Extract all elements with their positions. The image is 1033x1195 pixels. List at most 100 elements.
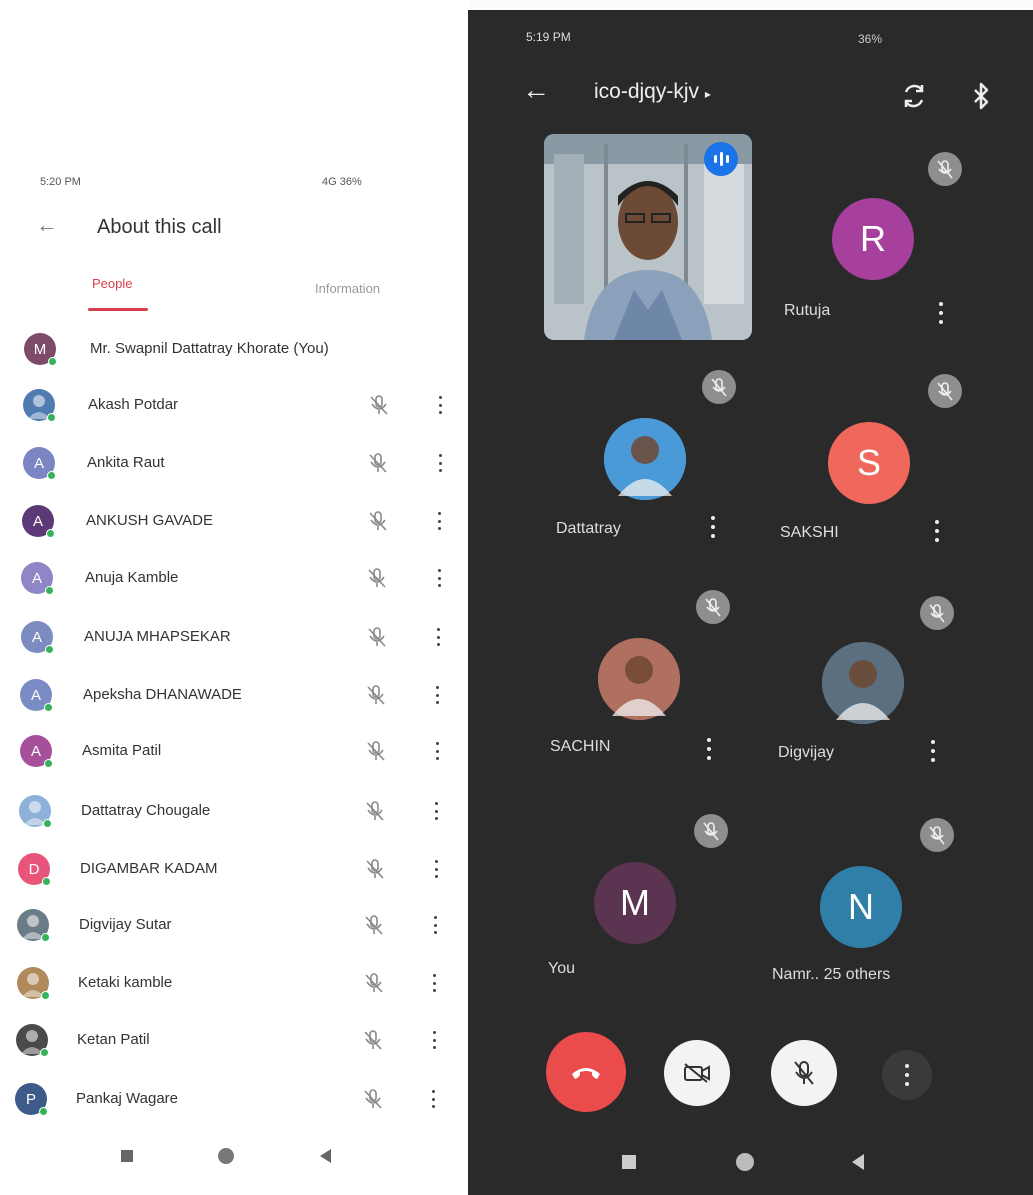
chevron-right-icon: ▸ <box>704 87 711 101</box>
back-arrow-icon[interactable]: ← <box>36 212 58 238</box>
meeting-code[interactable]: ico-djqy-kjv ▸ <box>594 80 711 104</box>
self-video-tile[interactable] <box>544 134 752 340</box>
more-vert-icon[interactable] <box>434 686 440 704</box>
participant-row[interactable]: A Apeksha DHANAWADE <box>0 666 470 724</box>
participant-name: Namr.. 25 others <box>772 966 891 983</box>
participant-avatar[interactable] <box>604 418 686 500</box>
more-vert-icon[interactable] <box>430 1090 436 1108</box>
participant-row[interactable]: A Anuja Kamble <box>0 549 470 607</box>
mic-off-icon[interactable] <box>363 914 385 936</box>
more-vert-icon[interactable] <box>706 738 712 760</box>
participant-row[interactable]: A ANUJA MHAPSEKAR <box>0 608 470 666</box>
participant-row[interactable]: M Mr. Swapnil Dattatray Khorate (You) <box>0 320 470 378</box>
switch-camera-icon[interactable] <box>900 82 928 110</box>
more-vert-icon <box>904 1064 910 1086</box>
participant-row[interactable]: Ketan Patil <box>0 1011 470 1069</box>
home-icon[interactable] <box>736 1153 754 1171</box>
tab-information[interactable]: Information <box>315 281 380 296</box>
mic-off-icon[interactable] <box>366 626 388 648</box>
participant-row[interactable]: A Asmita Patil <box>0 722 470 780</box>
mic-off-icon <box>694 814 728 848</box>
online-status-dot <box>44 759 53 768</box>
participant-avatar[interactable] <box>598 638 680 720</box>
mic-toggle-button[interactable] <box>771 1040 837 1106</box>
active-tab-indicator <box>88 308 148 311</box>
online-status-dot <box>42 877 51 886</box>
more-vert-icon[interactable] <box>433 802 439 820</box>
system-nav-bar <box>468 1150 1033 1180</box>
mic-off-icon[interactable] <box>364 800 386 822</box>
status-indicators: 36% <box>858 32 883 46</box>
mic-off-icon[interactable] <box>363 972 385 994</box>
mic-off-icon[interactable] <box>362 1029 384 1051</box>
more-vert-icon[interactable] <box>934 520 940 542</box>
end-call-button[interactable] <box>546 1032 626 1112</box>
home-icon[interactable] <box>218 1148 234 1164</box>
camera-toggle-button[interactable] <box>664 1040 730 1106</box>
more-vert-icon[interactable] <box>431 974 437 992</box>
tab-people[interactable]: People <box>92 276 132 291</box>
mic-off-icon[interactable] <box>362 1088 384 1110</box>
back-arrow-icon[interactable]: ← <box>522 74 550 106</box>
avatar: P <box>15 1083 48 1116</box>
more-vert-icon[interactable] <box>431 1031 437 1049</box>
participant-name: ANUJA MHAPSEKAR <box>84 628 231 645</box>
mic-off-icon[interactable] <box>365 684 387 706</box>
online-status-dot <box>46 529 55 538</box>
participant-avatar[interactable]: N <box>820 866 902 948</box>
more-vert-icon[interactable] <box>930 740 936 762</box>
recents-icon[interactable] <box>622 1155 636 1169</box>
more-vert-icon[interactable] <box>432 916 438 934</box>
mic-off-icon[interactable] <box>364 858 386 880</box>
participant-row[interactable]: Digvijay Sutar <box>0 896 470 954</box>
back-icon[interactable] <box>852 1154 864 1170</box>
more-vert-icon[interactable] <box>938 302 944 324</box>
avatar <box>17 909 50 942</box>
participant-row[interactable]: Dattatray Chougale <box>0 782 470 840</box>
avatar: A <box>20 679 53 712</box>
participant-name: Akash Potdar <box>88 396 179 413</box>
participant-row[interactable]: P Pankaj Wagare <box>0 1070 470 1128</box>
more-vert-icon[interactable] <box>436 512 442 530</box>
bluetooth-icon[interactable] <box>971 82 991 110</box>
more-vert-icon[interactable] <box>433 860 439 878</box>
avatar: A <box>21 621 54 654</box>
participant-avatar[interactable]: M <box>594 862 676 944</box>
online-status-dot <box>44 703 53 712</box>
participant-name: You <box>548 960 575 977</box>
mic-off-icon[interactable] <box>367 510 389 532</box>
participant-row[interactable]: A Ankita Raut <box>0 434 470 492</box>
end-call-icon <box>572 1068 600 1079</box>
participant-avatar[interactable]: S <box>828 422 910 504</box>
more-vert-icon[interactable] <box>710 516 716 538</box>
more-vert-icon[interactable] <box>437 396 443 414</box>
more-vert-icon[interactable] <box>437 454 443 472</box>
participant-row[interactable]: A ANKUSH GAVADE <box>0 492 470 550</box>
more-vert-icon[interactable] <box>435 628 441 646</box>
online-status-dot <box>45 586 54 595</box>
avatar: A <box>21 562 54 595</box>
more-vert-icon[interactable] <box>434 742 440 760</box>
online-status-dot <box>47 413 56 422</box>
more-options-button[interactable] <box>882 1050 932 1100</box>
participant-avatar[interactable]: R <box>832 198 914 280</box>
mic-off-icon[interactable] <box>368 394 390 416</box>
mic-off-icon[interactable] <box>366 567 388 589</box>
mic-off-icon <box>794 1061 814 1085</box>
status-time: 5:20 PM <box>40 176 81 188</box>
participant-avatar[interactable] <box>822 642 904 724</box>
mic-off-icon[interactable] <box>367 452 389 474</box>
back-icon[interactable] <box>320 1149 331 1163</box>
recents-icon[interactable] <box>121 1150 133 1162</box>
more-vert-icon[interactable] <box>436 569 442 587</box>
participant-name: Pankaj Wagare <box>76 1090 178 1107</box>
system-nav-bar <box>0 1146 470 1176</box>
participant-row[interactable]: Akash Potdar <box>0 376 470 434</box>
participant-row[interactable]: D DIGAMBAR KADAM <box>0 840 470 898</box>
page-title: About this call <box>97 216 222 238</box>
avatar: A <box>23 447 56 480</box>
avatar <box>17 967 50 1000</box>
mic-off-icon[interactable] <box>365 740 387 762</box>
participant-row[interactable]: Ketaki kamble <box>0 954 470 1012</box>
status-time: 5:19 PM <box>526 30 571 44</box>
